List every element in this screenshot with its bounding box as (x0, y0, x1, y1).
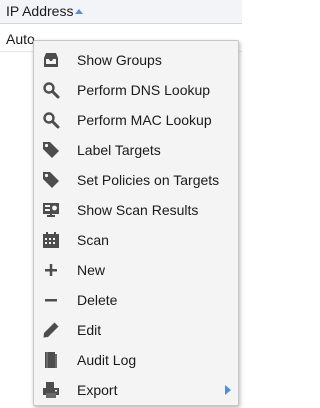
menu-item-label: Set Policies on Targets (77, 172, 220, 188)
export-icon (43, 382, 59, 398)
submenu-arrow-icon (225, 385, 231, 395)
menu-item-new[interactable]: New (34, 255, 238, 285)
context-menu: Show Groups Perform DNS Lookup Perform M… (33, 40, 239, 406)
pencil-icon (43, 322, 59, 338)
menu-item-label: Audit Log (77, 352, 137, 368)
sort-ascending-icon[interactable] (75, 9, 83, 14)
menu-item-label: Show Groups (77, 52, 162, 68)
menu-item-export[interactable]: Export (34, 375, 238, 405)
menu-item-label: New (77, 262, 106, 278)
book-icon (45, 352, 57, 368)
tag-icon (43, 142, 59, 158)
menu-item-label: Show Scan Results (77, 202, 199, 218)
scan-results-icon (43, 203, 59, 217)
minus-icon (45, 299, 57, 302)
column-header-label: IP Address (6, 3, 74, 19)
menu-item-show-scan-results[interactable]: Show Scan Results (34, 195, 238, 225)
menu-item-label: Delete (77, 292, 118, 308)
menu-item-label: Edit (77, 322, 102, 338)
menu-item-label: Perform DNS Lookup (77, 82, 211, 98)
menu-item-show-groups[interactable]: Show Groups (34, 45, 238, 75)
menu-item-label: Perform MAC Lookup (77, 112, 212, 128)
tag-icon (43, 172, 59, 188)
menu-item-audit-log[interactable]: Audit Log (34, 345, 238, 375)
menu-item-perform-dns-lookup[interactable]: Perform DNS Lookup (34, 75, 238, 105)
menu-item-set-policies-on-targets[interactable]: Set Policies on Targets (34, 165, 238, 195)
menu-item-delete[interactable]: Delete (34, 285, 238, 315)
menu-item-label: Scan (77, 232, 109, 248)
menu-item-label: Export (77, 382, 118, 398)
magnifier-icon (43, 82, 60, 99)
plus-icon (45, 264, 57, 276)
menu-item-perform-mac-lookup[interactable]: Perform MAC Lookup (34, 105, 238, 135)
inbox-icon (44, 53, 58, 67)
menu-item-scan[interactable]: Scan (34, 225, 238, 255)
ip-address-column-header[interactable]: IP Address (0, 0, 242, 24)
calendar-icon (43, 232, 59, 248)
menu-item-edit[interactable]: Edit (34, 315, 238, 345)
menu-item-label: Label Targets (77, 142, 161, 158)
menu-item-label-targets[interactable]: Label Targets (34, 135, 238, 165)
magnifier-icon (43, 112, 60, 129)
row-ip-value: Auto (6, 31, 35, 47)
